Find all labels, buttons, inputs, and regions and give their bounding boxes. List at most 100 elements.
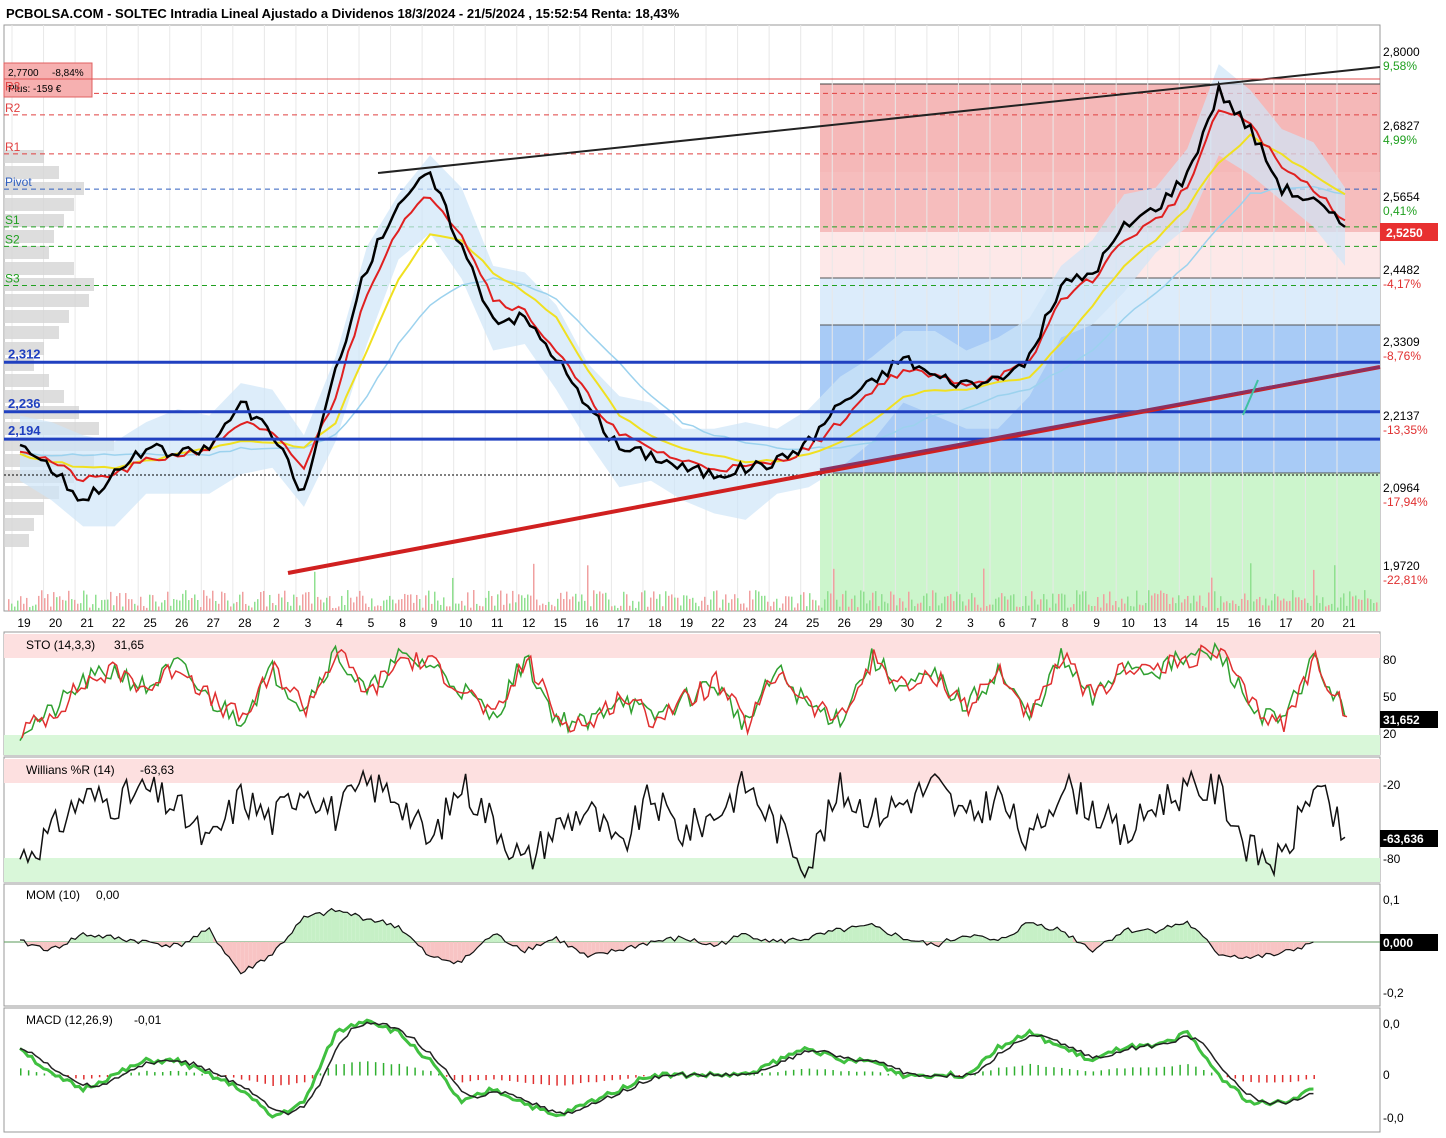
volume-bar [155, 601, 157, 611]
macd-histogram-bar [1163, 1066, 1166, 1076]
info-change: -8,84% [52, 68, 84, 79]
volume-bar [1205, 607, 1207, 611]
volume-bar [146, 607, 148, 611]
volume-bar [998, 597, 1000, 611]
volume-bar [413, 602, 415, 611]
volume-bar [518, 594, 520, 611]
volume-bar [809, 593, 811, 611]
volume-bar [1136, 590, 1138, 611]
mom-area [1183, 921, 1188, 942]
volume-bar [389, 595, 391, 611]
volume-bar [692, 597, 694, 611]
volume-bar [1229, 603, 1231, 611]
macd-histogram-bar [485, 1075, 487, 1081]
volume-bar [1025, 596, 1027, 611]
mom-area [351, 913, 356, 942]
mom-area [1061, 931, 1066, 942]
macd-histogram-bar [146, 1070, 148, 1076]
macd-histogram-bar [1242, 1075, 1244, 1082]
volume-bar [239, 594, 241, 611]
macd-histogram-bar [619, 1075, 621, 1080]
x-tick: 16 [1248, 616, 1262, 630]
macd-histogram-bar [1147, 1067, 1150, 1076]
volume-bar [371, 598, 373, 611]
volume-bar [1073, 604, 1075, 611]
volume-bar [797, 603, 799, 611]
volume-bar [872, 592, 874, 611]
volume-bar [506, 593, 508, 611]
macd-histogram-bar [264, 1075, 266, 1084]
volume-bar [1178, 595, 1180, 611]
macd-histogram-bar [248, 1075, 251, 1081]
volume-bar [686, 595, 688, 611]
x-tick: 20 [49, 616, 63, 630]
volume-bar [47, 594, 49, 611]
volume-bar [578, 601, 580, 611]
mom-area [1025, 922, 1030, 942]
volume-bar [818, 605, 820, 611]
volume-bar [812, 599, 814, 611]
macd-histogram-bar [1313, 1075, 1315, 1079]
volume-bar [1064, 594, 1066, 611]
volume-bar [1037, 604, 1039, 611]
volume-bar [743, 603, 745, 611]
mom-area [303, 916, 308, 942]
volume-bar [464, 605, 466, 611]
volume-bar [989, 604, 991, 611]
volume-bar [1058, 594, 1060, 611]
williams-level-20: -20 [1383, 778, 1401, 792]
volume-bar [1166, 593, 1168, 611]
macd-histogram-bar [761, 1072, 763, 1076]
volume-bar [200, 607, 202, 611]
mom-area [201, 931, 206, 942]
sto-level-80: 80 [1383, 653, 1397, 667]
volume-bar [752, 599, 754, 611]
volume-bar [326, 597, 328, 611]
volume-bar [1079, 594, 1081, 611]
volume-bar [782, 603, 784, 611]
volume-bar [113, 605, 115, 611]
pivot-label: S1 [5, 213, 20, 227]
volume-bar [632, 600, 634, 611]
volume-bar [1184, 599, 1186, 611]
volume-bar [164, 600, 166, 611]
volume-bar [587, 565, 589, 611]
volume-bar [1055, 603, 1057, 611]
volume-bar [944, 596, 946, 611]
mom-area [374, 921, 379, 942]
volume-bar [896, 605, 898, 611]
volume-bar [473, 590, 475, 611]
volume-bar [509, 603, 511, 611]
macd-histogram-bar [769, 1072, 771, 1076]
macd-histogram-bar [335, 1064, 337, 1076]
volume-bar [605, 592, 607, 611]
volume-bar [566, 591, 568, 611]
mom-area [1266, 942, 1271, 954]
volume-bar [275, 605, 277, 611]
volume-bar [1061, 593, 1063, 611]
sto-label: STO (14,3,3) [26, 638, 95, 652]
macd-histogram-bar [501, 1075, 503, 1081]
volume-bar [650, 597, 652, 611]
sto-level-50: 50 [1383, 690, 1397, 704]
mom-area [445, 942, 450, 962]
macd-histogram-bar [603, 1075, 606, 1081]
mom-panel: MOM (10) 0,00 0,1 -0,2 0,000 [3, 883, 1438, 1007]
mom-area [1218, 942, 1223, 956]
volume-bar [77, 603, 79, 611]
volume-bar [1247, 600, 1249, 611]
macd-histogram-bar [154, 1072, 156, 1076]
volume-bar [1316, 595, 1318, 611]
volume-bar [1232, 600, 1234, 611]
volume-bar [206, 595, 208, 611]
volume-bar [806, 606, 808, 611]
volume-bar [1130, 605, 1132, 611]
volume-bar [1313, 569, 1315, 611]
x-tick: 15 [1216, 616, 1230, 630]
info-price: 2,7700 [8, 68, 39, 79]
volume-bar [536, 599, 538, 611]
volume-bar [926, 593, 928, 611]
macd-histogram-bar [1305, 1075, 1308, 1080]
williams-level-80: -80 [1383, 852, 1401, 866]
volume-bar [425, 595, 427, 611]
